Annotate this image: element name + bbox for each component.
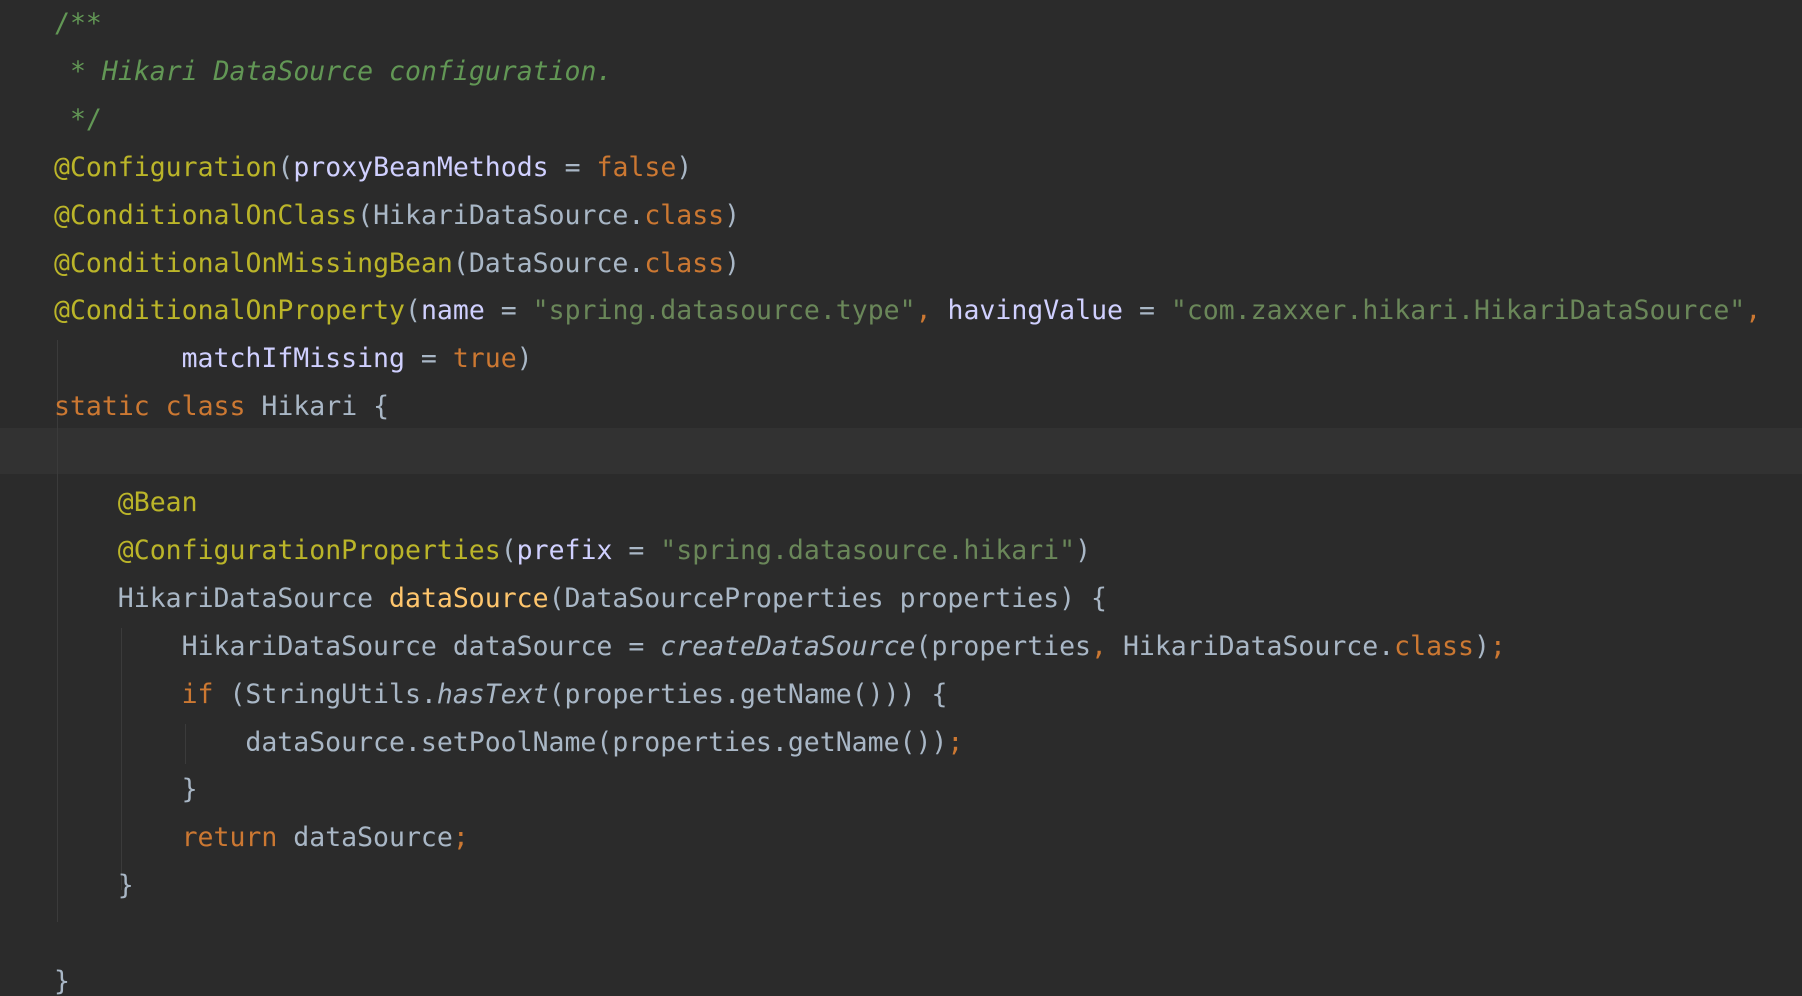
- code-token: }: [117, 870, 134, 902]
- code-token: =: [612, 534, 661, 566]
- code-line[interactable]: dataSource.setPoolName(properties.getNam…: [245, 719, 963, 767]
- code-token: ): [676, 151, 693, 183]
- code-token: ): [516, 343, 533, 375]
- code-token: /**: [54, 8, 102, 39]
- code-line[interactable]: static class Hikari {: [54, 383, 389, 431]
- code-token: HikariDataSource: [117, 582, 390, 614]
- code-line[interactable]: @ConditionalOnProperty(name = "spring.da…: [54, 287, 1761, 335]
- code-token: dataSource: [293, 822, 453, 854]
- code-token: createDataSource: [660, 630, 916, 662]
- code-token: }: [54, 966, 70, 996]
- code-token: (DataSourceProperties properties) {: [548, 582, 1107, 614]
- code-line[interactable]: }: [182, 766, 198, 814]
- code-token: @ConditionalOnClass: [54, 199, 358, 231]
- code-line[interactable]: @ConfigurationProperties(prefix = "sprin…: [118, 527, 1091, 575]
- code-token: ;: [947, 726, 964, 758]
- code-line[interactable]: }: [54, 958, 70, 996]
- indent-guide: [121, 628, 122, 890]
- code-token: (DataSource.: [452, 247, 645, 279]
- code-token: (properties.getName())) {: [548, 678, 948, 710]
- code-line[interactable]: @ConditionalOnMissingBean(DataSource.cla…: [54, 240, 740, 288]
- code-token: class: [1394, 630, 1474, 662]
- code-token: prefix: [516, 534, 613, 566]
- code-token: @Bean: [117, 487, 198, 518]
- code-token: ,: [1745, 295, 1762, 327]
- code-token: =: [404, 343, 453, 375]
- code-token: =: [548, 151, 597, 183]
- code-line[interactable]: HikariDataSource dataSource = createData…: [182, 623, 1506, 671]
- code-token: name: [420, 295, 485, 327]
- code-token: dataSource.setPoolName(properties.getNam…: [245, 726, 948, 758]
- code-line[interactable]: * Hikari DataSource configuration.: [54, 48, 612, 96]
- code-token: =: [484, 295, 533, 327]
- code-token: "spring.datasource.type": [532, 295, 916, 327]
- code-token: @ConfigurationProperties: [117, 534, 501, 566]
- code-token: HikariDataSource.: [1122, 630, 1395, 662]
- code-token: Hikari {: [261, 391, 390, 423]
- code-editor[interactable]: /** * Hikari DataSource configuration. *…: [0, 0, 1802, 996]
- code-token: (: [500, 534, 517, 566]
- code-token: @ConditionalOnMissingBean: [54, 247, 453, 279]
- code-token: Hikari DataSource configuration.: [101, 55, 613, 87]
- code-token: ): [1473, 630, 1490, 662]
- code-token: "spring.datasource.hikari": [660, 534, 1076, 566]
- code-line[interactable]: matchIfMissing = true): [182, 335, 533, 383]
- code-line[interactable]: /**: [54, 0, 102, 48]
- code-token: ,: [915, 295, 948, 327]
- code-token: ): [724, 199, 741, 231]
- code-token: matchIfMissing: [181, 343, 405, 375]
- code-token: havingValue: [947, 295, 1124, 327]
- code-token: (: [277, 151, 294, 183]
- code-line[interactable]: @Configuration(proxyBeanMethods = false): [54, 144, 692, 192]
- code-token: static class: [54, 391, 262, 423]
- code-line[interactable]: return dataSource;: [182, 814, 469, 862]
- code-token: =: [1123, 295, 1171, 327]
- code-line[interactable]: }: [118, 862, 134, 910]
- code-token: class: [644, 199, 725, 231]
- code-token: ;: [1489, 630, 1506, 662]
- code-token: (HikariDataSource.: [357, 199, 645, 231]
- code-token: return: [181, 822, 294, 854]
- code-line[interactable]: */: [54, 96, 102, 144]
- code-token: @ConditionalOnProperty: [54, 295, 405, 327]
- code-token: HikariDataSource dataSource =: [181, 630, 661, 662]
- indent-guide: [185, 724, 186, 764]
- code-token: @Configuration: [54, 151, 278, 183]
- code-token: class: [644, 247, 725, 279]
- code-token: }: [181, 774, 198, 806]
- code-token: proxyBeanMethods: [293, 151, 549, 183]
- code-token: ;: [452, 822, 469, 854]
- code-token: dataSource: [389, 582, 549, 614]
- code-token: */: [54, 103, 102, 135]
- code-token: false: [596, 151, 677, 183]
- code-token: ): [1075, 534, 1092, 566]
- code-token: ): [724, 247, 741, 279]
- caret-line-highlight: [0, 428, 1802, 474]
- code-token: true: [452, 343, 517, 375]
- code-token: (: [405, 295, 421, 327]
- code-token: (StringUtils.: [229, 678, 437, 710]
- code-line[interactable]: @ConditionalOnClass(HikariDataSource.cla…: [54, 192, 740, 240]
- code-token: hasText: [436, 678, 549, 710]
- code-token: "com.zaxxer.hikari.HikariDataSource": [1170, 295, 1746, 327]
- code-token: if: [181, 678, 230, 710]
- code-line[interactable]: HikariDataSource dataSource(DataSourcePr…: [118, 575, 1107, 623]
- code-line[interactable]: @Bean: [118, 479, 198, 527]
- code-token: *: [54, 55, 102, 87]
- code-line[interactable]: if (StringUtils.hasText(properties.getNa…: [182, 671, 948, 719]
- code-token: (properties: [915, 630, 1092, 662]
- code-token: ,: [1091, 630, 1123, 662]
